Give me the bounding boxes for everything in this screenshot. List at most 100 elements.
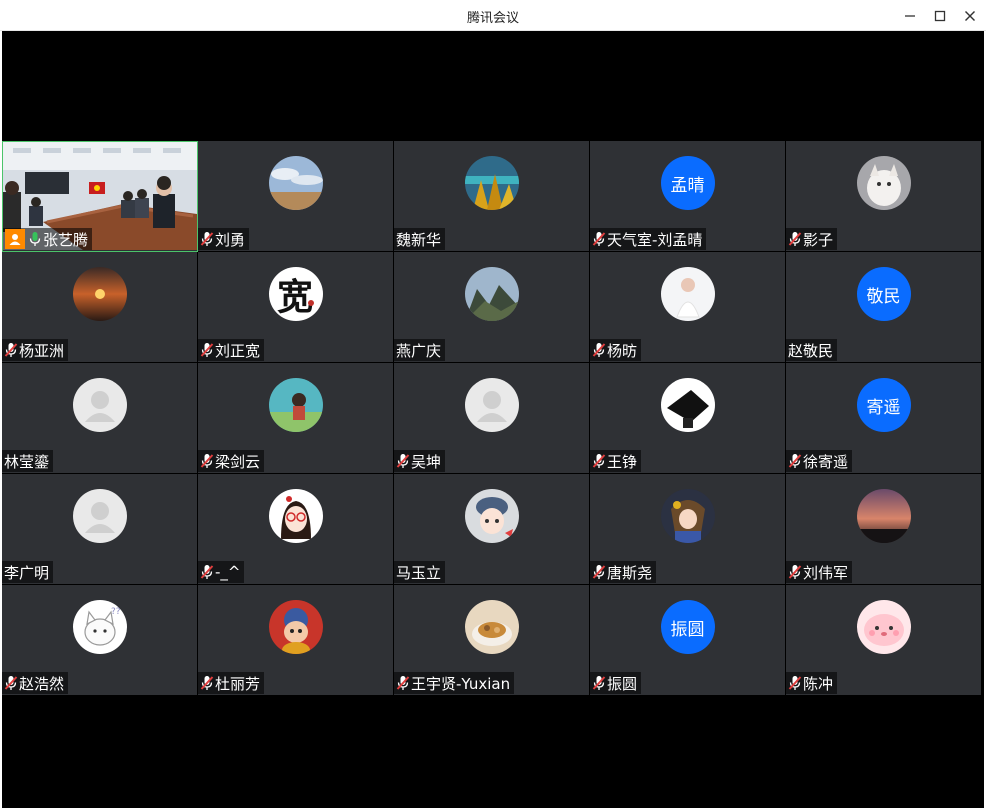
minimize-button[interactable] [895,0,925,31]
maximize-icon [934,10,946,21]
svg-text:宽: 宽 [277,276,313,318]
mic-muted-icon [788,232,802,246]
mic-muted-icon [788,676,802,690]
participant-nametag: 魏新华 [394,228,446,250]
participant-name: 李广明 [4,563,50,582]
mic-muted-icon [200,454,214,468]
participant-tile[interactable]: 杨昉 [590,252,786,363]
close-button[interactable] [955,0,985,31]
svg-text:??: ?? [111,607,121,617]
participant-nametag: 陈冲 [786,672,838,694]
mic-muted-icon [4,676,18,690]
mic-muted-icon [592,676,606,690]
participant-tile[interactable]: 张艺腾 [2,141,198,252]
participant-name: 徐寄遥 [803,452,849,471]
mic-muted-icon [396,676,410,690]
participant-nametag: 吴坤 [394,450,446,472]
avatar-image [72,378,127,432]
avatar-image [464,156,519,210]
participant-grid: 张艺腾 刘勇 魏新华 孟晴 天气室-刘孟晴 影子 杨亚洲宽刘正宽 燕广庆 杨昉 敬民 赵敬民 林莹鎏梁… [2,141,984,697]
participant-nametag: 天气室-刘孟晴 [590,228,707,250]
participant-name: 陈冲 [803,674,834,693]
avatar-image: 宽 [268,267,323,321]
maximize-button[interactable] [925,0,955,31]
mic-muted-icon [200,343,214,357]
participant-tile[interactable]: 敬民赵敬民 [786,252,982,363]
avatar-initials: 寄遥 [856,378,911,432]
participant-nametag: 杨昉 [590,339,642,361]
participant-tile[interactable]: 杜丽芳 [198,585,394,696]
participant-name: 燕广庆 [396,341,442,360]
participant-name: 振圆 [607,674,638,693]
participant-name: 张艺腾 [43,230,89,249]
avatar-image [660,267,715,321]
participant-tile[interactable]: 吴坤 [394,363,590,474]
avatar-initials: 振圆 [660,600,715,654]
avatar-image [856,156,911,210]
participant-nametag: 王铮 [590,450,642,472]
avatar-image: ?? [72,600,127,654]
participant-name: 杜丽芳 [215,674,261,693]
avatar-image [464,600,519,654]
participant-nametag: 杜丽芳 [198,672,265,694]
participant-tile[interactable]: 梁剑云 [198,363,394,474]
avatar-initials: 孟晴 [660,156,715,210]
title-bar: 腾讯会议 [0,0,986,31]
participant-name: 杨昉 [607,341,638,360]
participant-tile[interactable]: 李广明 [2,474,198,585]
participant-tile[interactable]: 刘伟军 [786,474,982,585]
avatar-initials-text: 振圆 [670,619,705,640]
participant-tile[interactable]: 唐斯尧 [590,474,786,585]
avatar-image [72,267,127,321]
participant-nametag: 刘伟军 [786,561,853,583]
participant-tile[interactable]: 孟晴天气室-刘孟晴 [590,141,786,252]
participant-tile[interactable]: 魏新华 [394,141,590,252]
avatar-image [268,378,323,432]
mic-muted-icon [592,454,606,468]
participant-name: 赵敬民 [788,341,834,360]
participant-tile[interactable]: 杨亚洲 [2,252,198,363]
avatar-image [464,378,519,432]
participant-name: 影子 [803,230,834,249]
participant-tile[interactable]: 陈冲 [786,585,982,696]
participant-tile[interactable]: 振圆 振圆 [590,585,786,696]
participant-tile[interactable]: 王铮 [590,363,786,474]
participant-nametag: -_^ [198,561,245,583]
avatar-image [268,156,323,210]
window-title: 腾讯会议 [466,11,519,26]
participant-nametag: 杨亚洲 [2,339,69,361]
participant-nametag: 林莹鎏 [2,450,54,472]
participant-name: 王宇贤-Yuxian [411,674,511,693]
mic-muted-icon [396,454,410,468]
participant-tile[interactable]: 燕广庆 [394,252,590,363]
participant-tile[interactable]: 宽刘正宽 [198,252,394,363]
mic-muted-icon [200,232,214,246]
participant-tile[interactable]: ?? 赵浩然 [2,585,198,696]
participant-name: 刘正宽 [215,341,261,360]
participant-tile[interactable]: 寄遥徐寄遥 [786,363,982,474]
avatar-image [72,489,127,543]
participant-tile[interactable]: 刘勇 [198,141,394,252]
participant-name: 杨亚洲 [19,341,65,360]
participant-tile[interactable]: -_^ [198,474,394,585]
avatar-initials-text: 敬民 [866,286,901,307]
participant-nametag: 徐寄遥 [786,450,853,472]
participant-tile[interactable]: 影子 [786,141,982,252]
mic-muted-icon [788,454,802,468]
avatar-initials: 敬民 [856,267,911,321]
minimize-icon [905,14,915,17]
mic-muted-icon [592,565,606,579]
avatar-initials-text: 寄遥 [866,397,901,418]
mic-muted-icon [788,565,802,579]
mic-muted-icon [200,676,214,690]
participant-nametag: 唐斯尧 [590,561,657,583]
participant-name: 林莹鎏 [4,452,50,471]
participant-nametag: 马玉立 [394,561,446,583]
participant-tile[interactable]: 王宇贤-Yuxian [394,585,590,696]
participant-name: 梁剑云 [215,452,261,471]
participant-nametag: 李广明 [2,561,54,583]
avatar-image [856,600,911,654]
participant-tile[interactable]: 马玉立 [394,474,590,585]
participant-nametag: 梁剑云 [198,450,265,472]
participant-tile[interactable]: 林莹鎏 [2,363,198,474]
